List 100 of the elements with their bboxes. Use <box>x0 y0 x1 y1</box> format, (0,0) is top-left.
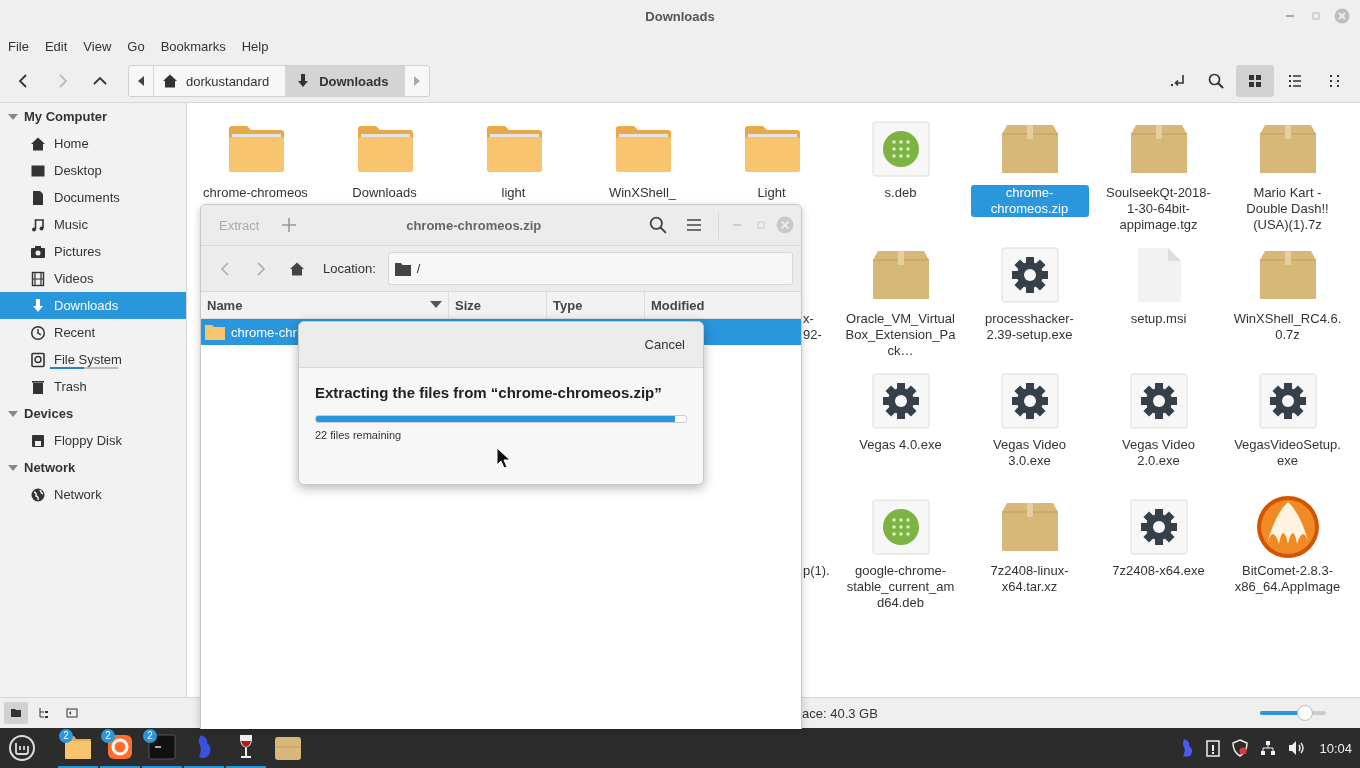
folder-icon <box>205 324 225 340</box>
sidebar-item[interactable]: Documents <box>0 184 186 211</box>
film-icon <box>30 270 46 287</box>
slider-thumb[interactable] <box>1296 705 1313 721</box>
sidebar-item[interactable]: Recent <box>0 319 186 346</box>
clock[interactable]: 10:04 <box>1319 740 1352 756</box>
zoom-slider[interactable] <box>1260 705 1326 721</box>
location-value: / <box>416 261 421 276</box>
sidebar-section-header[interactable]: Devices <box>0 400 186 427</box>
document-icon <box>30 189 46 206</box>
shield-icon[interactable] <box>1232 739 1249 757</box>
gear-icon <box>1000 247 1059 303</box>
file-name[interactable]: Vegas Video 2.0.exe <box>1099 437 1218 469</box>
package-icon <box>1000 124 1059 174</box>
status-text: 22 files remaining <box>315 429 403 441</box>
home-icon <box>162 73 178 89</box>
file-name[interactable]: Light <box>754 185 789 201</box>
menu-item[interactable]: File <box>0 35 37 57</box>
sidebar-section-header[interactable]: My Computer <box>0 103 186 130</box>
terminal-icon <box>147 733 177 761</box>
right-triangle-icon <box>413 76 422 86</box>
sidebar-item[interactable]: Floppy Disk <box>0 427 186 454</box>
package-icon <box>1258 250 1317 300</box>
return-arrow-icon <box>1170 73 1186 89</box>
file-name[interactable]: Downloads <box>349 185 420 201</box>
sidebar-item[interactable]: Videos <box>0 265 186 292</box>
notification-count: 2 <box>143 729 157 743</box>
clipboard-icon[interactable] <box>1206 739 1221 757</box>
cancel-button[interactable]: Cancel <box>642 333 687 356</box>
menu-item[interactable]: Go <box>119 35 153 57</box>
menu-icon <box>686 217 702 233</box>
file-name[interactable]: x-92- <box>803 311 831 343</box>
search-icon <box>649 216 667 234</box>
sidebar-item[interactable]: Network <box>0 481 186 508</box>
clock-icon <box>30 324 46 341</box>
file-name[interactable]: light <box>498 185 529 201</box>
notification-count: 2 <box>59 729 73 743</box>
gear-icon <box>1129 373 1188 429</box>
mouse-pointer-icon <box>496 447 512 469</box>
folder-icon <box>63 733 93 761</box>
package-file-icon <box>871 499 930 555</box>
network-icon[interactable] <box>1260 740 1277 756</box>
list-icon <box>1287 73 1303 89</box>
window-title: Downloads <box>645 8 715 24</box>
location-field[interactable]: / <box>387 252 793 285</box>
column-header[interactable]: Name <box>201 292 449 318</box>
globe-icon <box>30 486 46 503</box>
icon-view-button[interactable] <box>1236 65 1274 97</box>
camera-icon <box>30 243 46 260</box>
file-name[interactable]: Vegas Video 3.0.exe <box>970 437 1089 469</box>
sidebar-item[interactable]: Pictures <box>0 238 186 265</box>
sidebar-item[interactable]: Music <box>0 211 186 238</box>
plus-icon <box>281 217 298 233</box>
trash-icon <box>30 378 46 395</box>
file-name[interactable]: WinXShell_ <box>605 185 680 201</box>
folder-icon <box>742 125 801 173</box>
file-name[interactable]: Mario Kart - Double Dash!! (USA)(1).7z <box>1228 185 1347 233</box>
package-icon <box>1258 124 1317 174</box>
sidebar-item[interactable]: Trash <box>0 373 186 400</box>
menu-item[interactable]: View <box>75 35 120 57</box>
file-name[interactable]: google-chrome-stable_current_amd64.deb <box>841 563 960 611</box>
file-name[interactable]: 7z2408-linux-x64.tar.xz <box>970 563 1089 595</box>
sidebar-item[interactable]: File System <box>0 346 186 373</box>
file-name[interactable]: s.deb <box>881 185 920 201</box>
path-button[interactable]: Downloads <box>286 66 406 96</box>
file-name[interactable]: VegasVideoSetup.exe <box>1228 437 1347 469</box>
sidebar-section-header[interactable]: Network <box>0 454 186 481</box>
file-name[interactable]: chrome-chromeos <box>200 185 311 201</box>
file-name[interactable]: p(1). <box>803 563 831 579</box>
gear-icon <box>871 373 930 429</box>
folder-icon <box>613 125 672 173</box>
column-header[interactable]: Size <box>449 292 547 318</box>
file-name[interactable]: processhacker-2.39-setup.exe <box>970 311 1089 343</box>
package-icon <box>871 250 930 300</box>
folder-icon <box>355 125 414 173</box>
places-button[interactable] <box>4 702 28 724</box>
expanded-arrow-icon <box>8 462 18 473</box>
maximize-icon <box>1311 11 1321 21</box>
sidebar-item[interactable]: Home <box>0 130 186 157</box>
file-name[interactable]: setup.msi <box>1127 311 1190 327</box>
file-name[interactable]: WinXShell_RC4.6.0.7z <box>1228 311 1347 343</box>
file-name[interactable]: 7z2408-x64.exe <box>1109 563 1208 579</box>
menu-item[interactable]: Bookmarks <box>152 35 234 57</box>
minimize-icon <box>733 224 741 226</box>
folder-icon <box>394 261 411 276</box>
menu-item[interactable]: Help <box>233 35 277 57</box>
expanded-arrow-icon <box>8 408 18 419</box>
column-header[interactable]: Type <box>547 292 645 318</box>
maximize-icon <box>756 220 766 230</box>
file-name[interactable]: BitComet-2.8.3-x86_64.AppImage <box>1228 563 1347 595</box>
menu-item[interactable]: Edit <box>36 35 76 57</box>
volume-icon[interactable] <box>1288 740 1307 756</box>
package-file-icon <box>871 121 930 177</box>
column-header[interactable]: Modified <box>645 292 801 318</box>
download-arrow-icon <box>30 297 46 314</box>
tree-icon <box>38 707 50 719</box>
file-name[interactable]: SoulseekQt-2018-1-30-64bit-appimage.tgz <box>1099 185 1218 233</box>
sidebar-item[interactable]: Desktop <box>0 157 186 184</box>
file-name[interactable]: Vegas 4.0.exe <box>856 437 945 453</box>
file-name[interactable]: Oracle_VM_VirtualBox_Extension_Pack… <box>841 311 960 359</box>
